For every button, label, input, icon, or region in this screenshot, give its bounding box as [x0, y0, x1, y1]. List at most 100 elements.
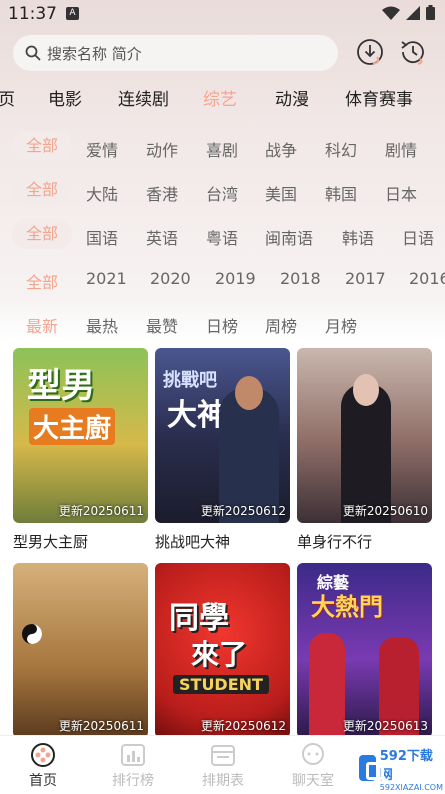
chart-icon	[121, 744, 145, 766]
poster-image: 型男 大主廚 更新20250611	[13, 348, 148, 523]
site-watermark: 592下载网 592XIAZAI.COM	[355, 748, 443, 792]
update-date: 更新20250611	[58, 504, 144, 518]
filter-genre-item[interactable]: 爱情	[86, 137, 118, 161]
filter-genre-item[interactable]: 动作	[146, 137, 178, 161]
category-tabs: 页 电影 连续剧 综艺 动漫 体育赛事	[0, 85, 445, 113]
tab-variety[interactable]: 综艺	[203, 85, 237, 110]
filter-genre-item[interactable]: 剧情	[385, 137, 417, 161]
filter-year-item[interactable]: 2017	[345, 269, 386, 288]
calendar-icon	[211, 745, 235, 766]
filter-region-item[interactable]: 美国	[265, 181, 297, 205]
video-card[interactable]: 同學 來了 STUDENT 更新20250612	[155, 563, 290, 738]
card-title: 挑战吧大神	[155, 533, 231, 551]
filter-language-item[interactable]: 粤语	[206, 225, 238, 249]
watermark-name: 592下载网	[379, 748, 433, 783]
tab-anime[interactable]: 动漫	[275, 85, 309, 110]
poster-image: 更新20250611	[13, 563, 148, 738]
video-card[interactable]: 綜藝 大熱門 更新20250613	[297, 563, 432, 738]
poster-subtitle-art: 大熱門	[311, 593, 383, 621]
update-date: 更新20250611	[58, 719, 144, 733]
tab-home[interactable]: 页	[0, 85, 15, 110]
history-button[interactable]	[398, 37, 428, 67]
filter-year-item[interactable]: 2019	[215, 269, 256, 288]
search-icon	[25, 45, 41, 61]
filter-language-item[interactable]: 日语	[402, 225, 434, 249]
poster-image: 同學 來了 STUDENT 更新20250612	[155, 563, 290, 738]
nav-ranking[interactable]: 排行榜	[98, 742, 168, 790]
filter-language-all[interactable]: 全部	[12, 219, 73, 249]
filter-region-item[interactable]: 日本	[385, 181, 417, 205]
video-card[interactable]: 型男 大主廚 更新20250611 型男大主厨	[13, 348, 148, 552]
yin-yang-icon	[22, 624, 42, 644]
watermark-text: 592下载网 592XIAZAI.COM	[380, 745, 443, 792]
download-button[interactable]	[355, 37, 385, 67]
filter-sort-latest[interactable]: 最新	[26, 313, 58, 337]
filter-year-item[interactable]: 2016	[409, 269, 445, 288]
filter-sort-item[interactable]: 最热	[86, 313, 118, 337]
status-time: 11:37	[8, 4, 57, 24]
filter-row-region: 全部 大陆 香港 台湾 美国 韩国 日本	[0, 175, 445, 207]
filter-language-item[interactable]: 韩语	[342, 225, 374, 249]
host-figure-left	[309, 633, 345, 738]
history-icon	[401, 41, 424, 65]
update-date: 更新20250610	[342, 504, 428, 518]
filter-genre-item[interactable]: 喜剧	[206, 137, 238, 161]
filter-year-item[interactable]: 2018	[280, 269, 321, 288]
filter-genre-item[interactable]: 战争	[265, 137, 297, 161]
search-input[interactable]: 搜索名称 简介	[13, 35, 338, 71]
filter-genre-item[interactable]: 科幻	[325, 137, 357, 161]
nav-home[interactable]: 首页	[8, 742, 78, 790]
nav-chat-label: 聊天室	[292, 773, 334, 789]
poster-title-art: 同學	[169, 601, 229, 636]
filter-language-item[interactable]: 国语	[86, 225, 118, 249]
video-card[interactable]: 更新20250610 单身行不行	[297, 348, 432, 552]
filter-year-item[interactable]: 2020	[150, 269, 191, 288]
filter-region-item[interactable]: 韩国	[325, 181, 357, 205]
card-title: 单身行不行	[297, 533, 373, 551]
filter-sort-item[interactable]: 周榜	[265, 313, 297, 337]
video-card[interactable]: 挑戰吧 大神 更新20250612 挑战吧大神	[155, 348, 290, 552]
filter-year-item[interactable]: 2021	[86, 269, 127, 288]
watermark-url: 592XIAZAI.COM	[379, 782, 443, 792]
filter-row-sort: 最新 最热 最赞 日榜 周榜 月榜	[0, 307, 445, 339]
update-date: 更新20250612	[200, 719, 286, 733]
poster-subtitle-art: 來了	[191, 638, 248, 671]
video-card[interactable]: 更新20250611	[13, 563, 148, 738]
tab-movies[interactable]: 电影	[48, 85, 82, 110]
poster-image: 更新20250610	[297, 348, 432, 523]
filter-sort-item[interactable]: 日榜	[206, 313, 238, 337]
update-date: 更新20250612	[200, 504, 286, 518]
search-placeholder: 搜索名称 简介	[47, 44, 142, 63]
poster-image: 綜藝 大熱門 更新20250613	[297, 563, 432, 738]
filter-language-item[interactable]: 英语	[146, 225, 178, 249]
update-date: 更新20250613	[342, 719, 428, 733]
filter-row-language: 全部 国语 英语 粤语 闽南语 韩语 日语	[0, 219, 445, 251]
battery-icon	[426, 5, 435, 20]
filter-sort-item[interactable]: 最赞	[146, 313, 178, 337]
nav-schedule[interactable]: 排期表	[188, 742, 258, 790]
poster-subtitle-art: 大主廚	[29, 408, 116, 445]
nav-schedule-label: 排期表	[202, 773, 244, 789]
card-title: 型男大主厨	[13, 533, 89, 551]
poster-logo-art: STUDENT	[173, 675, 269, 694]
filter-region-item[interactable]: 香港	[146, 181, 178, 205]
status-bar: 11:37 A	[0, 0, 445, 28]
poster-subtitle-art: 大神	[167, 398, 227, 433]
download-icon	[357, 39, 383, 65]
filter-language-item[interactable]: 闽南语	[265, 225, 313, 249]
filter-region-item[interactable]: 台湾	[206, 181, 238, 205]
poster-title-art: 挑戰吧	[163, 370, 217, 391]
tab-series[interactable]: 连续剧	[118, 85, 169, 110]
filter-region-all[interactable]: 全部	[12, 175, 73, 205]
tab-sports[interactable]: 体育赛事	[345, 85, 413, 110]
home-film-icon	[31, 743, 55, 767]
guest-face	[353, 374, 379, 406]
wifi-icon	[382, 6, 400, 20]
filter-genre-all[interactable]: 全部	[12, 131, 73, 161]
host-face	[235, 376, 263, 410]
filter-region-item[interactable]: 大陆	[86, 181, 118, 205]
filter-sort-item[interactable]: 月榜	[325, 313, 357, 337]
nav-chat[interactable]: 聊天室	[278, 742, 348, 790]
filter-year-all[interactable]: 全部	[26, 269, 58, 293]
watermark-logo-icon	[359, 755, 384, 781]
